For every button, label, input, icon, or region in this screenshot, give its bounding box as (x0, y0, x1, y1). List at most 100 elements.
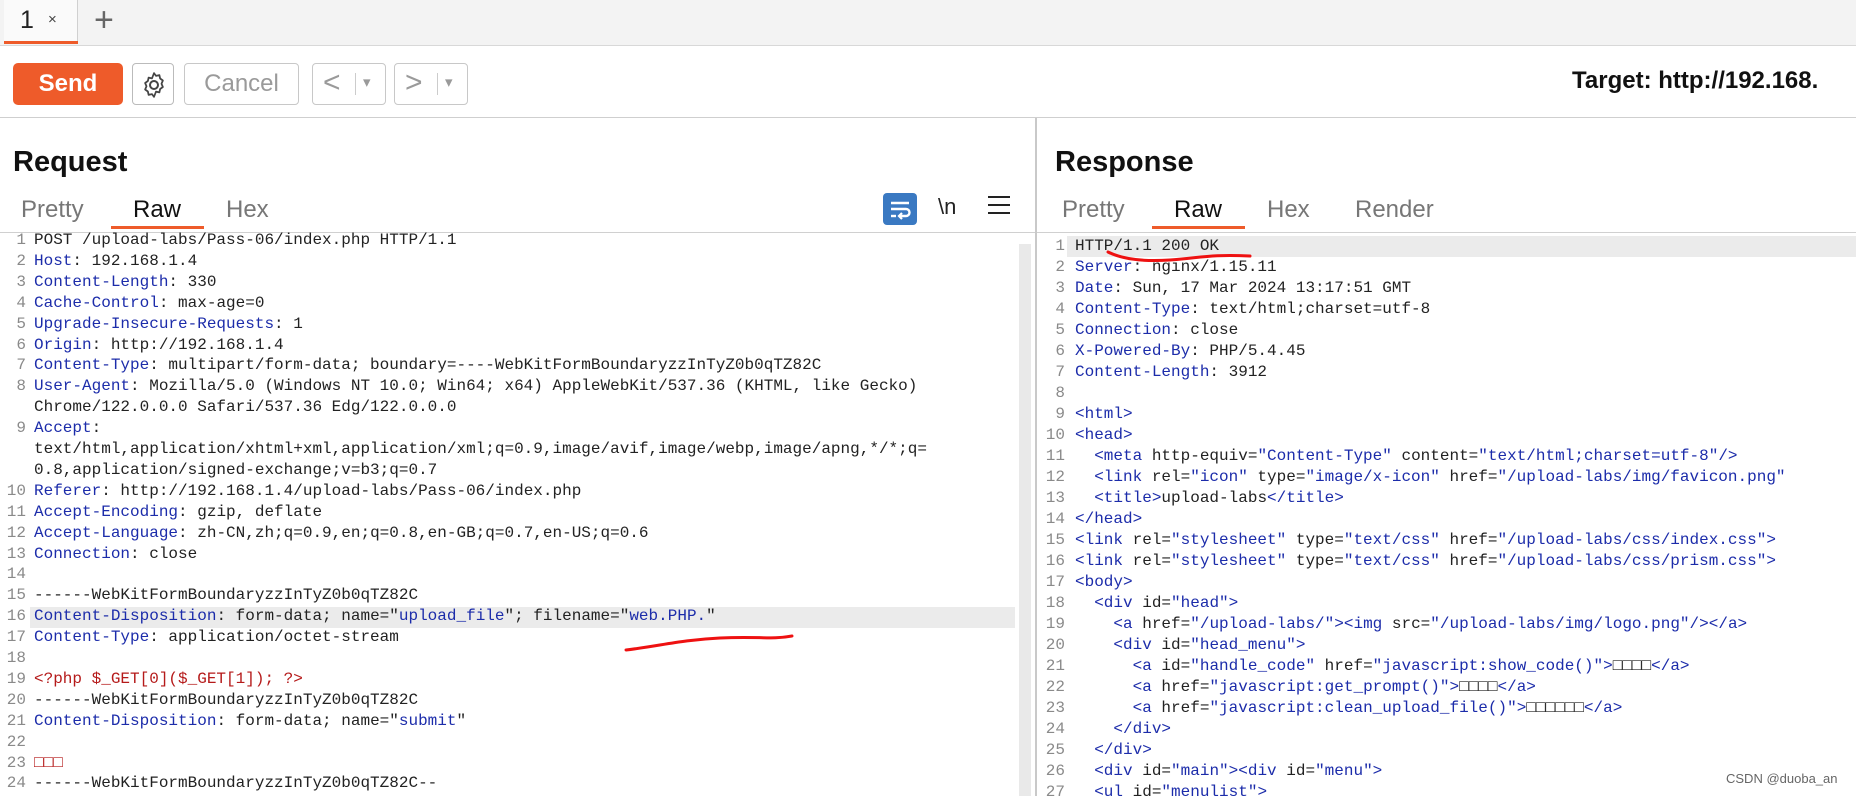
line-number: 21 (6, 711, 26, 730)
show-newlines-toggle[interactable]: \n (938, 194, 956, 220)
code-token: "head_menu" (1190, 636, 1296, 654)
response-active-tab-indicator (1152, 226, 1245, 229)
line-content: Accept-Encoding: gzip, deflate (34, 502, 322, 523)
line-content: ------WebKitFormBoundaryzzInTyZ0b0qTZ82C (34, 690, 418, 711)
code-token: "/upload-labs/css/prism.css" (1497, 552, 1767, 570)
code-token: <link (1075, 552, 1133, 570)
wrap-text-icon (891, 201, 911, 220)
line-content: Referer: http://192.168.1.4/upload-labs/… (34, 481, 581, 502)
code-token: <head> (1075, 426, 1133, 444)
line-number: 11 (6, 502, 26, 521)
word-wrap-button[interactable] (883, 193, 917, 225)
response-title: Response (1055, 146, 1194, 178)
code-token: Content-Length (34, 272, 169, 291)
code-token: href= (1315, 657, 1373, 675)
code-token: href= (1161, 678, 1210, 696)
code-token: Content-Type (34, 628, 150, 647)
code-token: upload-labs (1161, 489, 1268, 507)
code-token: "icon" (1190, 468, 1248, 486)
settings-button[interactable] (132, 63, 174, 105)
line-content: Content-Disposition: form-data; name="su… (34, 711, 466, 732)
code-token: > (1372, 762, 1383, 780)
line-number: 22 (6, 732, 26, 751)
code-token: <a (1113, 615, 1143, 633)
code-token: "text/css" (1343, 531, 1440, 549)
code-token: Content-Type (1075, 300, 1191, 318)
line-number: 1 (1055, 237, 1065, 255)
add-tab-icon[interactable]: + (94, 2, 114, 38)
code-token: "javascript:clean_upload_file()" (1209, 699, 1517, 717)
close-icon[interactable]: × (48, 11, 57, 28)
code-token: </a> (1497, 678, 1536, 696)
code-token: href= (1439, 531, 1498, 549)
code-token: text/html,application/xhtml+xml,applicat… (34, 440, 927, 458)
code-token: Connection (1075, 321, 1172, 339)
code-token: ------WebKitFormBoundaryzzInTyZ0b0qTZ82C (34, 586, 419, 605)
chevron-down-icon[interactable]: ▾ (445, 73, 453, 91)
tab-1[interactable]: 1 × (4, 0, 78, 44)
code-token: "/upload-labs/" (1190, 615, 1335, 633)
response-tab-render[interactable]: Render (1355, 196, 1434, 224)
code-token: □□□□ (1459, 678, 1498, 696)
chevron-down-icon[interactable]: ▾ (363, 73, 371, 91)
code-token: href= (1161, 699, 1210, 717)
code-token: </div> (1113, 720, 1172, 738)
line-number: 3 (16, 272, 26, 291)
code-token: id= (1286, 762, 1316, 780)
line-number: 5 (1055, 321, 1065, 339)
code-token: href= (1439, 552, 1498, 570)
request-tab-pretty[interactable]: Pretty (21, 196, 84, 224)
line-content: Host: 192.168.1.4 (34, 251, 197, 272)
line-number: 8 (1055, 384, 1065, 402)
request-scrollbar[interactable] (1019, 244, 1031, 796)
line-number: 16 (6, 607, 26, 626)
line-number: 14 (6, 565, 26, 584)
chevron-left-icon: < (323, 66, 341, 99)
code-token: > (1603, 657, 1613, 675)
response-tab-hex[interactable]: Hex (1267, 196, 1310, 224)
code-token: Content-Disposition (34, 607, 217, 626)
code-token: Content-Disposition (34, 711, 217, 730)
line-number: 18 (1045, 594, 1065, 612)
code-token: href= (1142, 615, 1191, 633)
code-token: : close (130, 544, 198, 563)
code-token: ------WebKitFormBoundaryzzInTyZ0b0qTZ82C (34, 690, 419, 709)
line-number: 14 (1045, 510, 1065, 528)
code-token: <ul (1094, 783, 1133, 796)
line-number: 2 (1055, 258, 1065, 276)
code-token: > (1766, 552, 1776, 570)
code-token: </div> (1094, 741, 1152, 759)
line-number: 3 (1055, 279, 1065, 297)
code-token: "text/css" (1343, 552, 1440, 570)
line-number: 27 (1045, 783, 1065, 796)
request-tab-hex[interactable]: Hex (226, 196, 269, 224)
request-tab-raw[interactable]: Raw (133, 196, 181, 224)
code-token: "main" (1171, 762, 1229, 780)
code-token: : nginx/1.15.11 (1132, 258, 1277, 276)
line-number: 11 (1045, 447, 1065, 465)
code-token: submit (398, 711, 457, 730)
response-editor[interactable]: 1 HTTP/1.1 200 OK 2 Server: nginx/1.15.11 3 D… (1045, 230, 1856, 796)
line-number: 19 (6, 669, 26, 688)
line-number: 20 (6, 690, 26, 709)
line-content: Upgrade-Insecure-Requests: 1 (34, 314, 303, 335)
cancel-button[interactable]: Cancel (184, 63, 299, 105)
code-token: type= (1247, 468, 1306, 486)
target-url[interactable]: Target: http://192.168. (1572, 67, 1818, 95)
line-number: 12 (6, 523, 26, 542)
response-tab-pretty[interactable]: Pretty (1062, 196, 1125, 224)
send-button[interactable]: Send (13, 63, 123, 105)
active-tab-indicator (4, 41, 78, 44)
code-token: id= (1132, 783, 1162, 796)
response-tab-raw[interactable]: Raw (1174, 196, 1222, 224)
code-token: : multipart/form-data; boundary=----WebK… (149, 356, 822, 375)
hamburger-menu-icon[interactable] (988, 196, 1010, 218)
panel-splitter[interactable] (1035, 118, 1037, 796)
back-button[interactable]: < ▾ (312, 63, 386, 105)
forward-button[interactable]: > ▾ (394, 63, 468, 105)
request-editor[interactable]: 1 POST /upload-labs/Pass-06/index.php HTT… (0, 230, 1020, 796)
line-number: 24 (1045, 720, 1065, 738)
